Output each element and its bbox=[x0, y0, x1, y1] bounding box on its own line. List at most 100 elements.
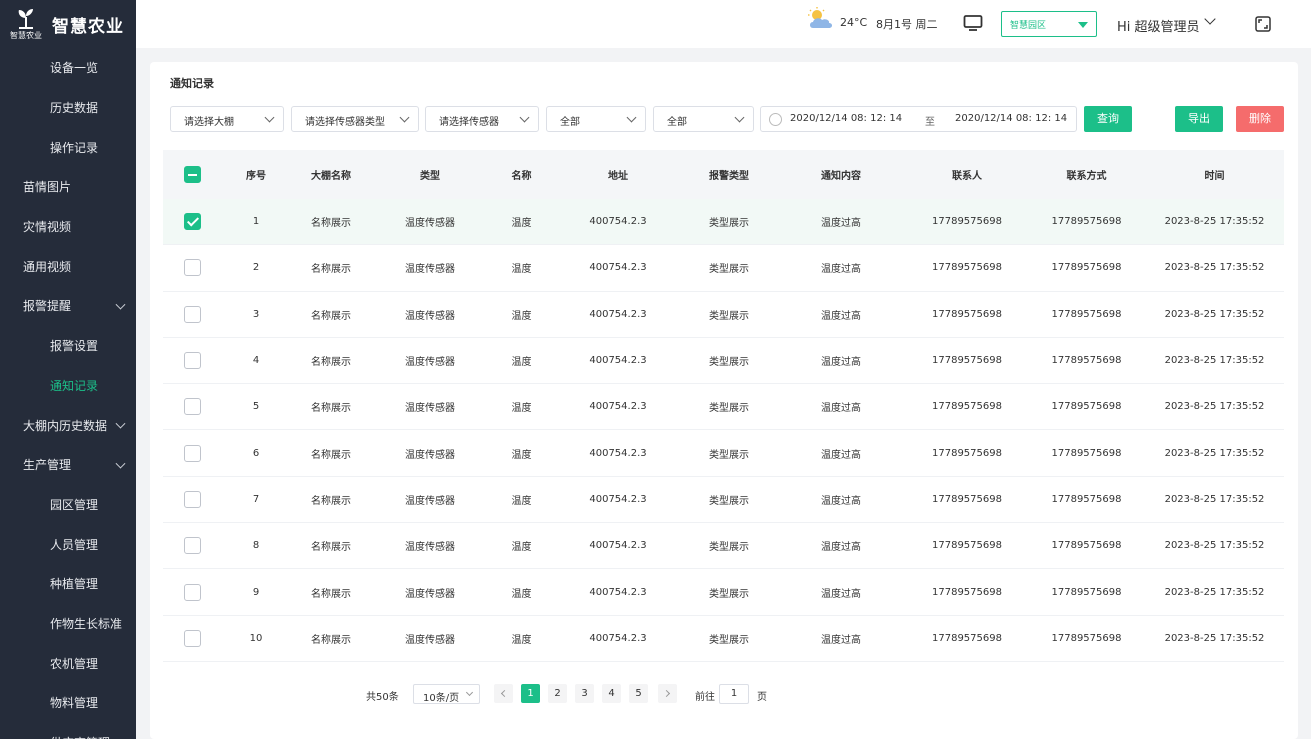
table-cell: 400754.2.3 bbox=[589, 401, 647, 413]
table-cell: 温度过高 bbox=[821, 357, 861, 369]
table-cell: 2023-8-25 17:35:52 bbox=[1164, 493, 1265, 505]
table-row[interactable]: 10 名称展示 温度传感器 温度 400754.2.3 类型展示 温度过高 177895756… bbox=[163, 616, 1284, 662]
row-checkbox[interactable] bbox=[183, 490, 201, 508]
sidebar-item[interactable]: 历史数据 bbox=[0, 88, 136, 128]
page-button[interactable]: 5 bbox=[629, 684, 648, 703]
row-select-cell bbox=[163, 629, 221, 647]
page-button[interactable]: 1 bbox=[521, 684, 540, 703]
sidebar-item[interactable]: 供应商管理 bbox=[0, 723, 136, 739]
export-button[interactable]: 导出 bbox=[1175, 106, 1223, 132]
table-cell: 17789575698 bbox=[1051, 216, 1122, 228]
next-page-button[interactable] bbox=[658, 684, 677, 703]
sidebar-item[interactable]: 生产管理 bbox=[0, 445, 136, 485]
sidebar-item[interactable]: 作物生长标准 bbox=[0, 604, 136, 644]
sidebar-item-label: 生产管理 bbox=[23, 458, 72, 473]
greenhouse-select[interactable]: 请选择大棚 bbox=[170, 106, 284, 132]
date-range-picker[interactable]: 2020/12/14 08: 12: 14 至 2020/12/14 08: 1… bbox=[760, 106, 1077, 132]
fullscreen-icon[interactable] bbox=[1255, 16, 1271, 32]
sidebar-item[interactable]: 操作记录 bbox=[0, 127, 136, 167]
table-cell: 类型展示 bbox=[709, 403, 749, 415]
sidebar-item[interactable]: 报警设置 bbox=[0, 326, 136, 366]
table-row[interactable]: 9 名称展示 温度传感器 温度 400754.2.3 类型展示 温度过高 1778957569… bbox=[163, 569, 1284, 616]
table-cell: 17789575698 bbox=[932, 355, 1002, 367]
date-end[interactable]: 2020/12/14 08: 12: 14 bbox=[955, 113, 1067, 124]
select-all-cell bbox=[163, 166, 221, 183]
row-checkbox[interactable] bbox=[183, 629, 201, 647]
sidebar-item[interactable]: 灾情视频 bbox=[0, 207, 136, 247]
table-cell: 温度 bbox=[511, 264, 532, 276]
row-select-cell bbox=[163, 444, 221, 462]
row-checkbox[interactable] bbox=[183, 352, 201, 370]
query-button[interactable]: 查询 bbox=[1084, 106, 1132, 132]
sensor-select[interactable]: 请选择传感器 bbox=[425, 106, 539, 132]
table-cell: 6 bbox=[252, 447, 260, 459]
row-select-cell bbox=[163, 490, 221, 508]
table-row[interactable]: 7 名称展示 温度传感器 温度 400754.2.3 类型展示 温度过高 1778957569… bbox=[163, 477, 1284, 524]
page-button[interactable]: 4 bbox=[602, 684, 621, 703]
sidebar-item[interactable]: 物料管理 bbox=[0, 683, 136, 723]
table-cell: 10 bbox=[249, 632, 263, 644]
table-cell: 1 bbox=[252, 216, 260, 228]
delete-button[interactable]: 删除 bbox=[1236, 106, 1284, 132]
table-cell: 名称展示 bbox=[311, 264, 351, 276]
monitor-icon[interactable] bbox=[963, 14, 983, 32]
status-select-1[interactable]: 全部 bbox=[546, 106, 646, 132]
table-cell: 名称展示 bbox=[311, 449, 351, 461]
greenhouse-select-placeholder: 请选择大棚 bbox=[184, 117, 234, 128]
user-greeting[interactable]: Hi 超级管理员 bbox=[1117, 16, 1200, 35]
row-checkbox[interactable] bbox=[183, 444, 201, 462]
page-size-select[interactable]: 10条/页 bbox=[413, 684, 480, 704]
table-row[interactable]: 1 名称展示 温度传感器 温度 400754.2.3 类型展示 温度过高 1778957569… bbox=[163, 199, 1284, 246]
park-select-value: 智慧园区 bbox=[1010, 21, 1047, 31]
table-row[interactable]: 6 名称展示 温度传感器 温度 400754.2.3 类型展示 温度过高 1778957569… bbox=[163, 430, 1284, 477]
table-cell: 400754.2.3 bbox=[589, 586, 647, 598]
row-checkbox[interactable] bbox=[183, 398, 201, 416]
sidebar-item[interactable]: 通知记录 bbox=[0, 366, 136, 406]
row-checkbox[interactable] bbox=[183, 537, 201, 555]
sidebar-item[interactable]: 园区管理 bbox=[0, 485, 136, 525]
select-all-checkbox[interactable] bbox=[183, 166, 201, 183]
table-cell: 温度过高 bbox=[821, 264, 861, 276]
row-checkbox[interactable] bbox=[183, 259, 201, 277]
table-cell: 名称展示 bbox=[311, 310, 351, 322]
row-checkbox[interactable] bbox=[183, 213, 201, 231]
sidebar-item[interactable]: 农机管理 bbox=[0, 643, 136, 683]
table-row[interactable]: 8 名称展示 温度传感器 温度 400754.2.3 类型展示 温度过高 1778957569… bbox=[163, 523, 1284, 570]
row-select-cell bbox=[163, 352, 221, 370]
table-cell: 2023-8-25 17:35:52 bbox=[1164, 216, 1265, 228]
sidebar-item[interactable]: 大棚内历史数据 bbox=[0, 405, 136, 445]
sidebar-item[interactable]: 报警提醒 bbox=[0, 286, 136, 326]
page-suffix: 页 bbox=[757, 692, 767, 703]
row-checkbox[interactable] bbox=[183, 583, 201, 601]
logo: 智慧农业 智慧农业 bbox=[0, 0, 136, 48]
prev-page-button[interactable] bbox=[494, 684, 513, 703]
table-cell: 名称展示 bbox=[311, 588, 351, 600]
chevron-down-icon bbox=[465, 688, 474, 697]
table-row[interactable]: 3 名称展示 温度传感器 温度 400754.2.3 类型展示 温度过高 1778957569… bbox=[163, 292, 1284, 338]
sidebar-item-label: 人员管理 bbox=[50, 537, 99, 552]
total-count: 共50条 bbox=[366, 692, 399, 703]
table-row[interactable]: 2 名称展示 温度传感器 温度 400754.2.3 类型展示 温度过高 1778957569… bbox=[163, 245, 1284, 292]
park-select[interactable]: 智慧园区 bbox=[1001, 11, 1097, 37]
chevron-right-icon bbox=[662, 689, 671, 698]
weather-icon bbox=[808, 7, 832, 28]
row-checkbox[interactable] bbox=[183, 305, 201, 323]
table-cell: 温度 bbox=[511, 357, 532, 369]
table-row[interactable]: 5 名称展示 温度传感器 温度 400754.2.3 类型展示 温度过高 1778957569… bbox=[163, 384, 1284, 431]
date-start[interactable]: 2020/12/14 08: 12: 14 bbox=[790, 113, 902, 124]
chevron-down-icon[interactable] bbox=[1204, 13, 1216, 25]
row-select-cell bbox=[163, 398, 221, 416]
status-select-2[interactable]: 全部 bbox=[653, 106, 754, 132]
column-header: 地址 bbox=[608, 171, 628, 182]
table-cell: 温度传感器 bbox=[405, 218, 455, 230]
sidebar-item[interactable]: 设备一览 bbox=[0, 48, 136, 88]
sidebar-item[interactable]: 苗情图片 bbox=[0, 167, 136, 207]
sidebar-item[interactable]: 通用视频 bbox=[0, 246, 136, 286]
table-row[interactable]: 4 名称展示 温度传感器 温度 400754.2.3 类型展示 温度过高 1778957569… bbox=[163, 338, 1284, 385]
sidebar-item[interactable]: 种植管理 bbox=[0, 564, 136, 604]
page-button[interactable]: 3 bbox=[575, 684, 594, 703]
sidebar-item[interactable]: 人员管理 bbox=[0, 524, 136, 564]
sensor-type-select[interactable]: 请选择传感器类型 bbox=[291, 106, 419, 132]
goto-page-input[interactable]: 1 bbox=[719, 684, 749, 704]
page-button[interactable]: 2 bbox=[548, 684, 567, 703]
